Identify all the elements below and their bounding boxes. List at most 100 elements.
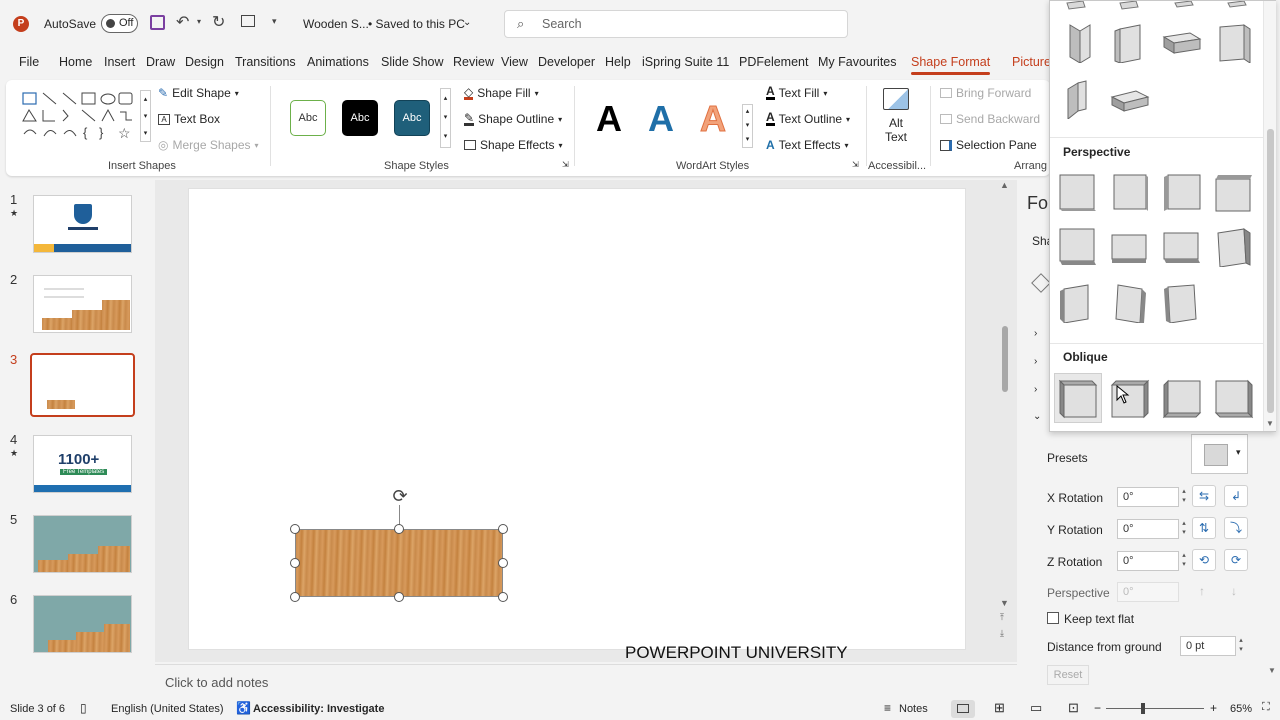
x-rotate-right-button[interactable]: ↲ [1224,485,1248,507]
style-swatch-2[interactable]: Abc [342,100,378,136]
tab-ispring[interactable]: iSpring Suite 11 [642,55,729,69]
alt-text-button[interactable]: Alt Text [876,86,916,152]
wordart-black[interactable]: A [596,98,622,140]
normal-view-icon[interactable] [951,700,975,718]
wordart-scroll[interactable]: ▴ ▾ ▾ [742,104,753,148]
tab-review[interactable]: Review [453,55,494,69]
canvas-vertical-scrollbar[interactable]: ▲ ▼ ⤒ ⤓ [998,180,1012,650]
autosave-toggle[interactable]: Off [101,14,138,33]
fit-to-window-icon[interactable]: ⛶ [1262,701,1270,714]
slide-thumbnail-5[interactable] [33,515,132,573]
wordart-blue[interactable]: A [648,98,674,140]
slide-sorter-icon[interactable]: ⊞ [994,700,1005,716]
language-label[interactable]: English (United States) [111,703,224,715]
tab-transitions[interactable]: Transitions [235,55,296,69]
slide-thumbnail-1[interactable] [33,195,132,253]
resize-handle-top-left[interactable] [290,524,300,534]
slide-thumbnail-3[interactable] [30,353,135,417]
text-effects-button[interactable]: A Text Effects ▾ [766,138,849,152]
text-fill-button[interactable]: A Text Fill ▾ [766,85,827,100]
tab-insert[interactable]: Insert [104,55,135,69]
undo-icon[interactable]: ↶ [176,12,189,32]
customize-qat-icon[interactable]: ▾ [272,16,277,27]
z-rotate-cw-button[interactable]: ⟳ [1224,549,1248,571]
preset-parallel-4[interactable] [1214,23,1254,63]
tab-animations[interactable]: Animations [307,55,369,69]
x-rotate-left-button[interactable]: ⇆ [1192,485,1216,507]
tab-developer[interactable]: Developer [538,55,595,69]
tab-file[interactable]: File [19,55,39,69]
tab-shape-format[interactable]: Shape Format [911,55,991,75]
bring-forward-button[interactable]: Bring Forward [940,86,1031,100]
tab-pdfelement[interactable]: PDFelement [739,55,808,69]
preset-perspective-4[interactable] [1214,173,1254,213]
next-slide-icon[interactable]: ⤓ [1000,628,1004,639]
x-rotation-stepper[interactable]: ▴ ▾ [1179,487,1189,507]
preset-parallel-3[interactable] [1162,23,1202,63]
slide-thumbnail-6[interactable] [33,595,132,653]
slide-thumbnail-2[interactable] [33,275,132,333]
y-rotate-down-button[interactable]: ⤵ [1224,517,1248,539]
slideshow-icon[interactable]: ⊡ [1068,700,1079,716]
preset-parallel-2[interactable] [1110,23,1150,63]
tab-home[interactable]: Home [59,55,92,69]
preset-oblique-1[interactable] [1058,379,1098,419]
style-swatch-3[interactable]: Abc [394,100,430,136]
presets-dropdown[interactable]: ▾ [1191,434,1248,474]
shape-effects-button[interactable]: Shape Effects ▾ [464,138,563,152]
document-title[interactable]: Wooden S... [303,17,369,31]
fill-line-icon[interactable] [1031,273,1051,293]
section-expand-icon[interactable]: › [1034,328,1037,339]
redo-icon[interactable]: ↻ [212,12,225,32]
pane-scroll-down-icon[interactable]: ▼ [1268,666,1276,675]
gallery-scroll-down-icon[interactable]: ▼ [1266,419,1274,428]
wordart-orange[interactable]: A [700,98,727,140]
preset-perspective-3[interactable] [1162,173,1202,213]
notes-button[interactable]: Notes [899,703,928,715]
zoom-slider-thumb[interactable] [1141,703,1145,714]
preset-perspective-6[interactable] [1110,227,1150,267]
preset-parallel-5[interactable] [1058,79,1098,119]
scroll-down-arrow-icon[interactable]: ▼ [1000,598,1009,608]
distance-stepper[interactable]: ▴ ▾ [1236,636,1246,656]
tab-design[interactable]: Design [185,55,224,69]
preset-perspective-5[interactable] [1058,227,1098,267]
section-expand-icon[interactable]: › [1034,384,1037,395]
shape-fill-button[interactable]: ◇ Shape Fill ▾ [464,86,539,100]
scroll-thumb[interactable] [1002,326,1008,392]
distance-input[interactable]: 0 pt [1180,636,1236,656]
preset-perspective-10[interactable] [1110,283,1150,323]
preset-perspective-11[interactable] [1162,283,1202,323]
accessibility-status[interactable]: Accessibility: Investigate [253,703,384,715]
resize-handle-bottom-left[interactable] [290,592,300,602]
resize-handle-bottom[interactable] [394,592,404,602]
reading-view-icon[interactable]: ▭ [1030,700,1042,716]
spellcheck-icon[interactable]: ▯ [80,701,87,715]
tab-draw[interactable]: Draw [146,55,175,69]
scroll-up-arrow-icon[interactable]: ▲ [1000,180,1009,190]
preset-perspective-2[interactable] [1110,173,1150,213]
tab-picture[interactable]: Picture [1012,55,1051,69]
undo-dropdown-icon[interactable]: ▾ [197,17,201,26]
gallery-scroll-thumb[interactable] [1267,129,1274,413]
shapes-scroll[interactable]: ▴ ▾ ▾ [140,90,151,142]
tab-help[interactable]: Help [605,55,631,69]
tab-view[interactable]: View [501,55,528,69]
3d-rotation-presets-gallery[interactable]: Perspective Oblique ▼ [1049,0,1276,432]
reset-button[interactable]: Reset [1047,665,1089,685]
section-expand-icon[interactable]: › [1034,356,1037,367]
zoom-slider[interactable] [1106,703,1204,714]
preset-perspective-1[interactable] [1058,173,1098,213]
y-rotate-up-button[interactable]: ⇅ [1192,517,1216,539]
preset-parallel-1[interactable] [1058,23,1098,63]
perspective-input[interactable]: 0° [1117,582,1179,602]
perspective-up-icon[interactable]: ↑ [1199,584,1205,598]
preset-perspective-8[interactable] [1214,227,1254,267]
previous-slide-icon[interactable]: ⤒ [1000,612,1004,623]
y-rotation-stepper[interactable]: ▴ ▾ [1179,519,1189,539]
selection-pane-button[interactable]: Selection Pane [940,138,1037,152]
send-backward-button[interactable]: Send Backward [940,112,1040,126]
present-icon[interactable] [241,15,255,27]
perspective-down-icon[interactable]: ↓ [1231,584,1237,598]
resize-handle-right[interactable] [498,558,508,568]
